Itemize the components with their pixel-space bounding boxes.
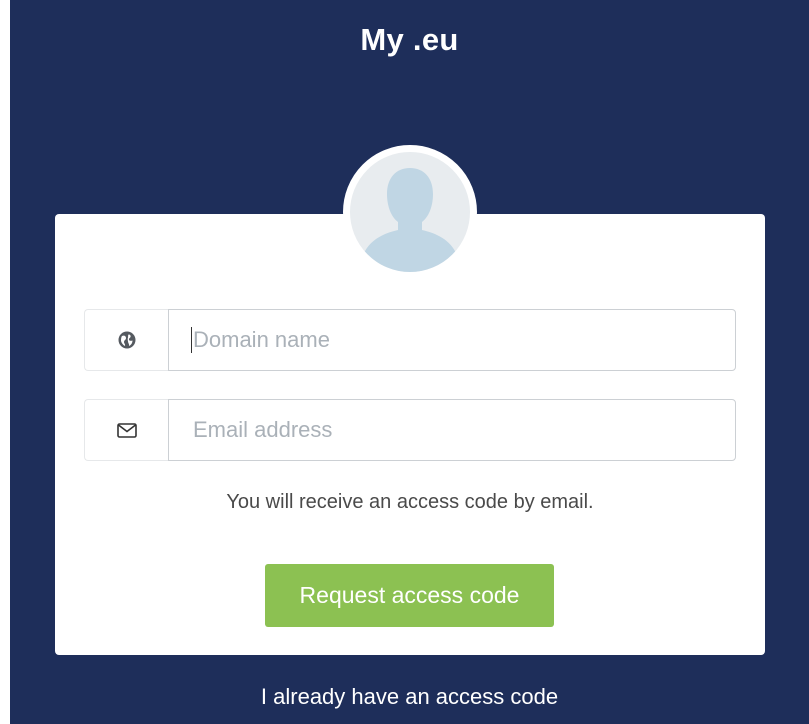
user-silhouette-icon [360,168,460,272]
domain-field-addon [84,309,169,371]
page-background: My .eu Domain name Email address You wil… [10,0,809,724]
site-title: My .eu [360,22,459,57]
avatar [343,145,477,279]
email-address-input[interactable] [168,399,736,461]
have-access-code-link[interactable]: I already have an access code [10,684,809,710]
envelope-icon [117,422,137,438]
email-field-group [84,399,736,461]
domain-field-group [84,309,736,371]
text-cursor [191,327,192,353]
email-field-addon [84,399,169,461]
login-card: You will receive an access code by email… [55,214,765,655]
access-code-hint: You will receive an access code by email… [226,491,594,513]
domain-name-input[interactable] [168,309,736,371]
request-access-code-button[interactable]: Request access code [265,564,554,627]
globe-icon [118,331,136,349]
